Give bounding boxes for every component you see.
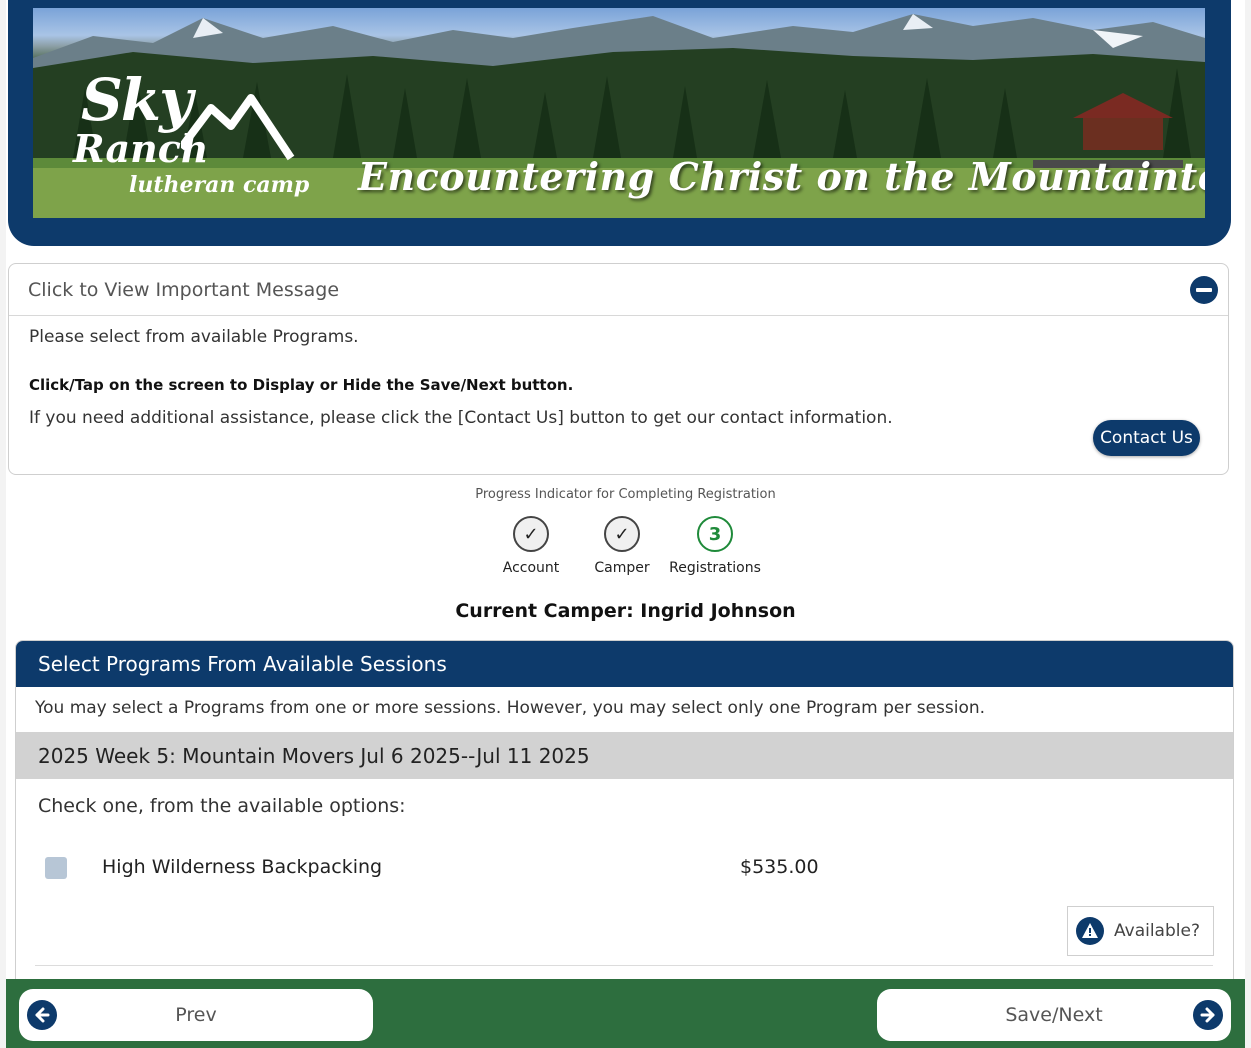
program-checkbox[interactable] [45,857,67,879]
prev-button[interactable]: Prev [19,989,373,1041]
programs-description: You may select a Programs from one or mo… [35,698,986,718]
options-instruction: Check one, from the available options: [38,795,406,817]
step-camper-label: Camper [594,560,650,576]
programs-heading: Select Programs From Available Sessions [16,641,1233,687]
step-account: ✓ Account [481,516,581,576]
progress-indicator-title: Progress Indicator for Completing Regist… [475,487,776,502]
footer-nav: Prev Save/Next [6,979,1245,1048]
mountain-logo-icon [181,94,295,161]
header-banner: Sky Ranch lutheran camp Encountering Chr… [8,0,1231,246]
step-number-icon: 3 [697,516,733,552]
program-option-row[interactable]: High Wilderness Backpacking $535.00 [16,841,1233,901]
sky-ranch-logo: Sky Ranch lutheran camp [51,66,311,218]
program-name: High Wilderness Backpacking [102,856,383,878]
banner-tagline: Encountering Christ on the Mountaintops [358,154,1205,199]
programs-panel: Select Programs From Available Sessions … [15,640,1234,980]
contact-us-button[interactable]: Contact Us [1093,420,1200,456]
message-assistance: If you need additional assistance, pleas… [29,408,893,428]
step-registrations: 3 Registrations [665,516,765,576]
logo-sky: Sky [81,66,193,134]
important-message-panel: Click to View Important Message Please s… [8,263,1229,475]
warning-icon [1076,917,1104,945]
important-message-toggle[interactable]: Click to View Important Message [9,264,1228,316]
session-title: 2025 Week 5: Mountain Movers Jul 6 2025-… [16,732,1233,779]
arrow-left-icon [27,1000,57,1030]
step-account-label: Account [502,560,560,576]
availability-button[interactable]: Available? [1067,906,1214,956]
save-next-button[interactable]: Save/Next [877,989,1231,1041]
arrow-right-icon [1193,1000,1223,1030]
important-message-title: Click to View Important Message [28,278,340,301]
availability-label: Available? [1114,921,1200,941]
checkmark-icon: ✓ [604,516,640,552]
step-registrations-label: Registrations [669,560,761,576]
message-tap-instruction: Click/Tap on the screen to Display or Hi… [29,376,574,394]
step-camper: ✓ Camper [572,516,672,576]
option-divider [35,965,1213,966]
banner-image: Sky Ranch lutheran camp Encountering Chr… [33,8,1205,218]
save-next-label: Save/Next [1005,1004,1103,1026]
checkmark-icon: ✓ [513,516,549,552]
program-price: $535.00 [740,856,819,878]
important-message-body: Please select from available Programs. C… [9,316,1228,474]
current-camper: Current Camper: Ingrid Johnson [455,600,796,622]
prev-label: Prev [175,1004,217,1026]
logo-camp: lutheran camp [129,172,310,198]
message-select-programs: Please select from available Programs. [29,327,359,347]
collapse-minus-icon[interactable] [1190,275,1218,304]
